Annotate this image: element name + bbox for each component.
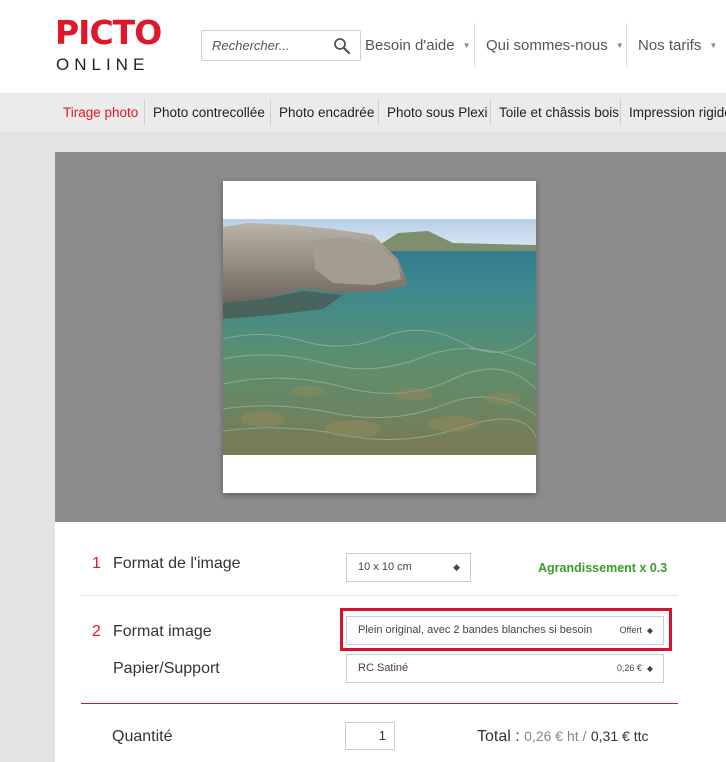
select-arrows-icon: ◆ (646, 626, 653, 635)
divider (81, 703, 678, 704)
select-arrows-icon: ◆ (453, 562, 460, 572)
divider (626, 23, 627, 67)
search-input[interactable] (202, 31, 332, 60)
format-size-select[interactable]: 10 x 10 cm ◆ (346, 553, 471, 582)
divider (490, 100, 491, 125)
category-photo-contrecollee[interactable]: Photo contrecollée (153, 93, 265, 132)
paper-support-label: Papier/Support (113, 660, 220, 677)
divider (378, 100, 379, 125)
chevron-down-icon: ▼ (462, 41, 471, 50)
logo-online-text: ONLINE (56, 55, 150, 74)
divider (81, 595, 678, 596)
logo[interactable]: PICTO ONLINE (55, 16, 165, 78)
category-nav: Tirage photo Photo contrecollée Photo en… (0, 93, 726, 132)
nav-nos-tarifs[interactable]: Nos tarifs ▼ (638, 30, 717, 61)
paper-select[interactable]: RC Satiné 0,26 € ◆ (346, 654, 664, 683)
select-price: 0,26 € ◆ (617, 655, 653, 682)
format-image-label: Format de l'image (113, 555, 241, 572)
photo-image (223, 219, 536, 455)
quantity-label: Quantité (112, 728, 173, 745)
divider (270, 100, 271, 125)
nav-qui-sommes-nous[interactable]: Qui sommes-nous ▼ (486, 30, 624, 61)
quantity-input[interactable]: 1 (345, 722, 395, 750)
paper-value: RC Satiné (358, 662, 409, 674)
paper-price: 0,26 € (616, 663, 642, 673)
divider (474, 23, 475, 67)
enlargement-note: Agrandissement x 0.3 (538, 561, 668, 575)
category-photo-encadree[interactable]: Photo encadrée (279, 93, 374, 132)
total-ht: 0,26 € ht / (524, 728, 587, 744)
order-options-panel: 1 Format de l'image 10 x 10 cm ◆ Agrandi… (55, 522, 726, 762)
select-price: Offert ◆ (620, 617, 654, 644)
chevron-down-icon: ▼ (615, 41, 624, 50)
divider (144, 100, 145, 125)
step-number: 2 (92, 623, 101, 640)
search-box (201, 30, 361, 61)
nav-label: Qui sommes-nous (486, 37, 608, 54)
nav-label: Nos tarifs (638, 37, 702, 54)
category-toile-chassis[interactable]: Toile et châssis bois (499, 93, 619, 132)
divider (620, 100, 621, 125)
format-mode-select[interactable]: Plein original, avec 2 bandes blanches s… (346, 616, 664, 645)
nav-label: Besoin d'aide (365, 37, 455, 54)
category-photo-sous-plexi[interactable]: Photo sous Plexi (387, 93, 488, 132)
format-mode-value: Plein original, avec 2 bandes blanches s… (358, 624, 593, 636)
site-header: PICTO ONLINE Besoin d'aide ▼ Qui sommes-n… (0, 0, 726, 93)
format-mode-label: Format image (113, 623, 212, 640)
print-preview (223, 181, 536, 493)
total-label: Total : (477, 728, 520, 745)
format-mode-price: Offert (619, 625, 642, 635)
nav-besoin-aide[interactable]: Besoin d'aide ▼ (365, 30, 471, 61)
category-impression-rigide[interactable]: Impression rigide (629, 93, 726, 132)
total-price: Total : 0,26 € ht / 0,31 € ttc (477, 728, 648, 746)
logo-picto-text: PICTO (55, 13, 162, 52)
print-preview-area (55, 152, 726, 522)
total-ttc: 0,31 € ttc (590, 728, 649, 744)
step-number: 1 (92, 555, 101, 572)
format-size-value: 10 x 10 cm (358, 561, 412, 573)
search-icon[interactable] (333, 37, 351, 55)
chevron-down-icon: ▼ (709, 41, 718, 50)
category-tirage-photo[interactable]: Tirage photo (63, 93, 138, 132)
select-arrows-icon: ◆ (646, 664, 653, 673)
